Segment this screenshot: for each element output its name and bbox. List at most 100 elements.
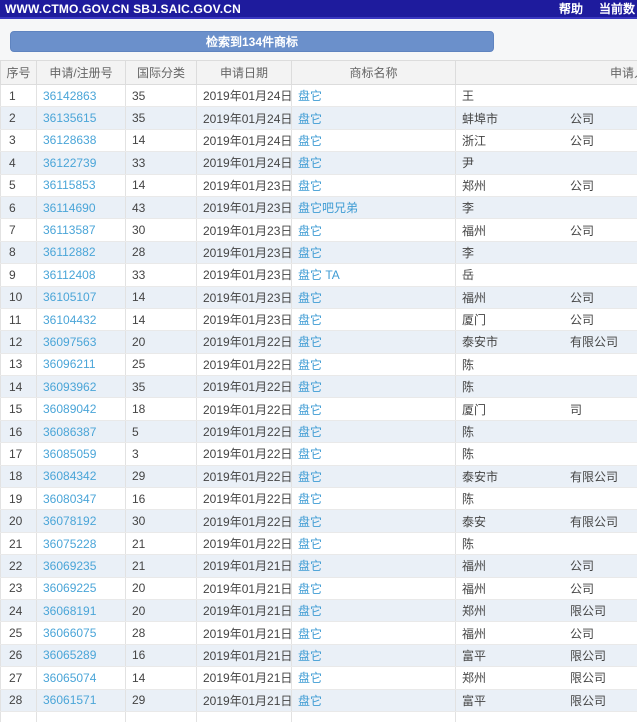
cell-trademark[interactable]: 盘它: [291, 509, 456, 533]
cell-reg-number[interactable]: 36113587: [36, 218, 126, 242]
reg-number-link[interactable]: 36096211: [43, 357, 96, 371]
reg-number-link[interactable]: 36128638: [43, 133, 96, 147]
cell-trademark[interactable]: 盘它: [291, 689, 456, 712]
reg-number-link[interactable]: 36135615: [43, 111, 96, 125]
trademark-link[interactable]: 盘它: [298, 582, 322, 596]
cell-trademark[interactable]: 盘它: [291, 286, 456, 309]
trademark-link[interactable]: 盘它吧兄弟: [298, 201, 358, 215]
cell-trademark[interactable]: 盘它: [291, 599, 456, 623]
cell-trademark[interactable]: 盘它: [291, 218, 456, 242]
cell-reg-number[interactable]: 36135615: [36, 106, 126, 130]
trademark-link[interactable]: 盘它: [298, 291, 322, 305]
trademark-link[interactable]: 盘它: [298, 671, 322, 685]
cell-reg-number[interactable]: 36104432: [36, 308, 126, 332]
cell-reg-number[interactable]: 36105107: [36, 286, 126, 309]
cell-trademark[interactable]: 盘它: [291, 308, 456, 332]
reg-number-link[interactable]: 36122739: [43, 156, 96, 170]
cell-reg-number[interactable]: 36086387: [36, 420, 126, 444]
cell-trademark[interactable]: 盘它: [291, 532, 456, 556]
cell-reg-number[interactable]: 36080347: [36, 487, 126, 511]
trademark-link[interactable]: 盘它: [298, 694, 322, 708]
reg-number-link[interactable]: 36069225: [43, 581, 96, 595]
reg-number-link[interactable]: 36105107: [43, 290, 96, 304]
reg-number-link[interactable]: 36097563: [43, 335, 96, 349]
trademark-link[interactable]: 盘它: [298, 358, 322, 372]
reg-number-link[interactable]: 36104432: [43, 313, 96, 327]
cell-reg-number[interactable]: 36128638: [36, 129, 126, 153]
reg-number-link[interactable]: 36068191: [43, 604, 96, 618]
cell-reg-number[interactable]: 36114690: [36, 196, 126, 220]
cell-trademark[interactable]: 盘它: [291, 84, 456, 108]
cell-reg-number[interactable]: 36069235: [36, 554, 126, 578]
trademark-link[interactable]: 盘它: [298, 224, 322, 238]
trademark-link[interactable]: 盘它: [298, 335, 322, 349]
cell-reg-number[interactable]: 36078192: [36, 509, 126, 533]
cell-trademark[interactable]: 盘它: [291, 129, 456, 153]
trademark-link[interactable]: 盘它: [298, 246, 322, 260]
reg-number-link[interactable]: 36112882: [43, 245, 96, 259]
trademark-link[interactable]: 盘它: [298, 649, 322, 663]
trademark-link[interactable]: 盘它: [298, 156, 322, 170]
trademark-link[interactable]: 盘它: [298, 179, 322, 193]
trademark-link[interactable]: 盘它: [298, 447, 322, 461]
current-data-link[interactable]: 当前数: [599, 0, 635, 17]
reg-number-link[interactable]: 36078192: [43, 514, 96, 528]
cell-trademark[interactable]: 盘它: [291, 644, 456, 668]
reg-number-link[interactable]: 36086387: [43, 425, 96, 439]
reg-number-link[interactable]: 36142863: [43, 89, 96, 103]
cell-reg-number[interactable]: 36065289: [36, 644, 126, 668]
trademark-link[interactable]: 盘它: [298, 537, 322, 551]
cell-trademark[interactable]: 盘它 TA: [291, 263, 456, 287]
reg-number-link[interactable]: 36080347: [43, 492, 96, 506]
cell-reg-number[interactable]: 36065074: [36, 666, 126, 690]
cell-trademark[interactable]: 盘它: [291, 442, 456, 466]
trademark-link[interactable]: 盘它: [298, 112, 322, 126]
trademark-link[interactable]: 盘它 TA: [298, 268, 340, 282]
reg-number-link[interactable]: 36085059: [43, 447, 96, 461]
cell-reg-number[interactable]: 36142863: [36, 84, 126, 108]
reg-number-link[interactable]: 36075228: [43, 537, 96, 551]
cell-trademark[interactable]: 盘它: [291, 666, 456, 690]
reg-number-link[interactable]: 36112408: [43, 268, 96, 282]
cell-trademark[interactable]: 盘它: [291, 375, 456, 399]
cell-trademark[interactable]: 盘它: [291, 330, 456, 354]
cell-reg-number[interactable]: 36097563: [36, 330, 126, 354]
cell-trademark[interactable]: 盘它: [291, 106, 456, 130]
reg-number-link[interactable]: 36113587: [43, 223, 96, 237]
cell-trademark[interactable]: 盘它: [291, 151, 456, 175]
reg-number-link[interactable]: 36115853: [43, 178, 96, 192]
cell-reg-number[interactable]: 36112408: [36, 263, 126, 287]
trademark-link[interactable]: 盘它: [298, 604, 322, 618]
cell-trademark[interactable]: 盘它: [291, 577, 456, 600]
cell-reg-number[interactable]: 36093962: [36, 375, 126, 399]
trademark-link[interactable]: 盘它: [298, 89, 322, 103]
cell-reg-number[interactable]: 36096211: [36, 353, 126, 377]
cell-reg-number[interactable]: 36115853: [36, 174, 126, 197]
cell-reg-number[interactable]: 36068191: [36, 599, 126, 623]
trademark-link[interactable]: 盘它: [298, 425, 322, 439]
cell-reg-number[interactable]: 36112882: [36, 241, 126, 265]
cell-reg-number[interactable]: 36089042: [36, 397, 126, 421]
cell-trademark[interactable]: 盘它: [291, 397, 456, 421]
cell-trademark[interactable]: 盘它: [291, 487, 456, 511]
reg-number-link[interactable]: 36066075: [43, 626, 96, 640]
cell-trademark[interactable]: 盘它: [291, 353, 456, 377]
trademark-link[interactable]: 盘它: [298, 515, 322, 529]
reg-number-link[interactable]: 36065074: [43, 671, 96, 685]
result-count-button[interactable]: 检索到134件商标: [10, 31, 494, 52]
cell-reg-number[interactable]: 36084342: [36, 465, 126, 489]
cell-trademark[interactable]: 盘它: [291, 465, 456, 489]
cell-trademark[interactable]: 盘它: [291, 621, 456, 645]
trademark-link[interactable]: 盘它: [298, 470, 322, 484]
cell-trademark[interactable]: 盘它吧兄弟: [291, 196, 456, 220]
reg-number-link[interactable]: 36065289: [43, 648, 96, 662]
trademark-link[interactable]: 盘它: [298, 134, 322, 148]
trademark-link[interactable]: 盘它: [298, 403, 322, 417]
trademark-link[interactable]: 盘它: [298, 559, 322, 573]
cell-reg-number[interactable]: 36122739: [36, 151, 126, 175]
help-link[interactable]: 帮助: [559, 0, 583, 17]
cell-reg-number[interactable]: 36085059: [36, 442, 126, 466]
reg-number-link[interactable]: 36061571: [43, 693, 96, 707]
cell-trademark[interactable]: 盘它: [291, 420, 456, 444]
reg-number-link[interactable]: 36114690: [43, 201, 96, 215]
